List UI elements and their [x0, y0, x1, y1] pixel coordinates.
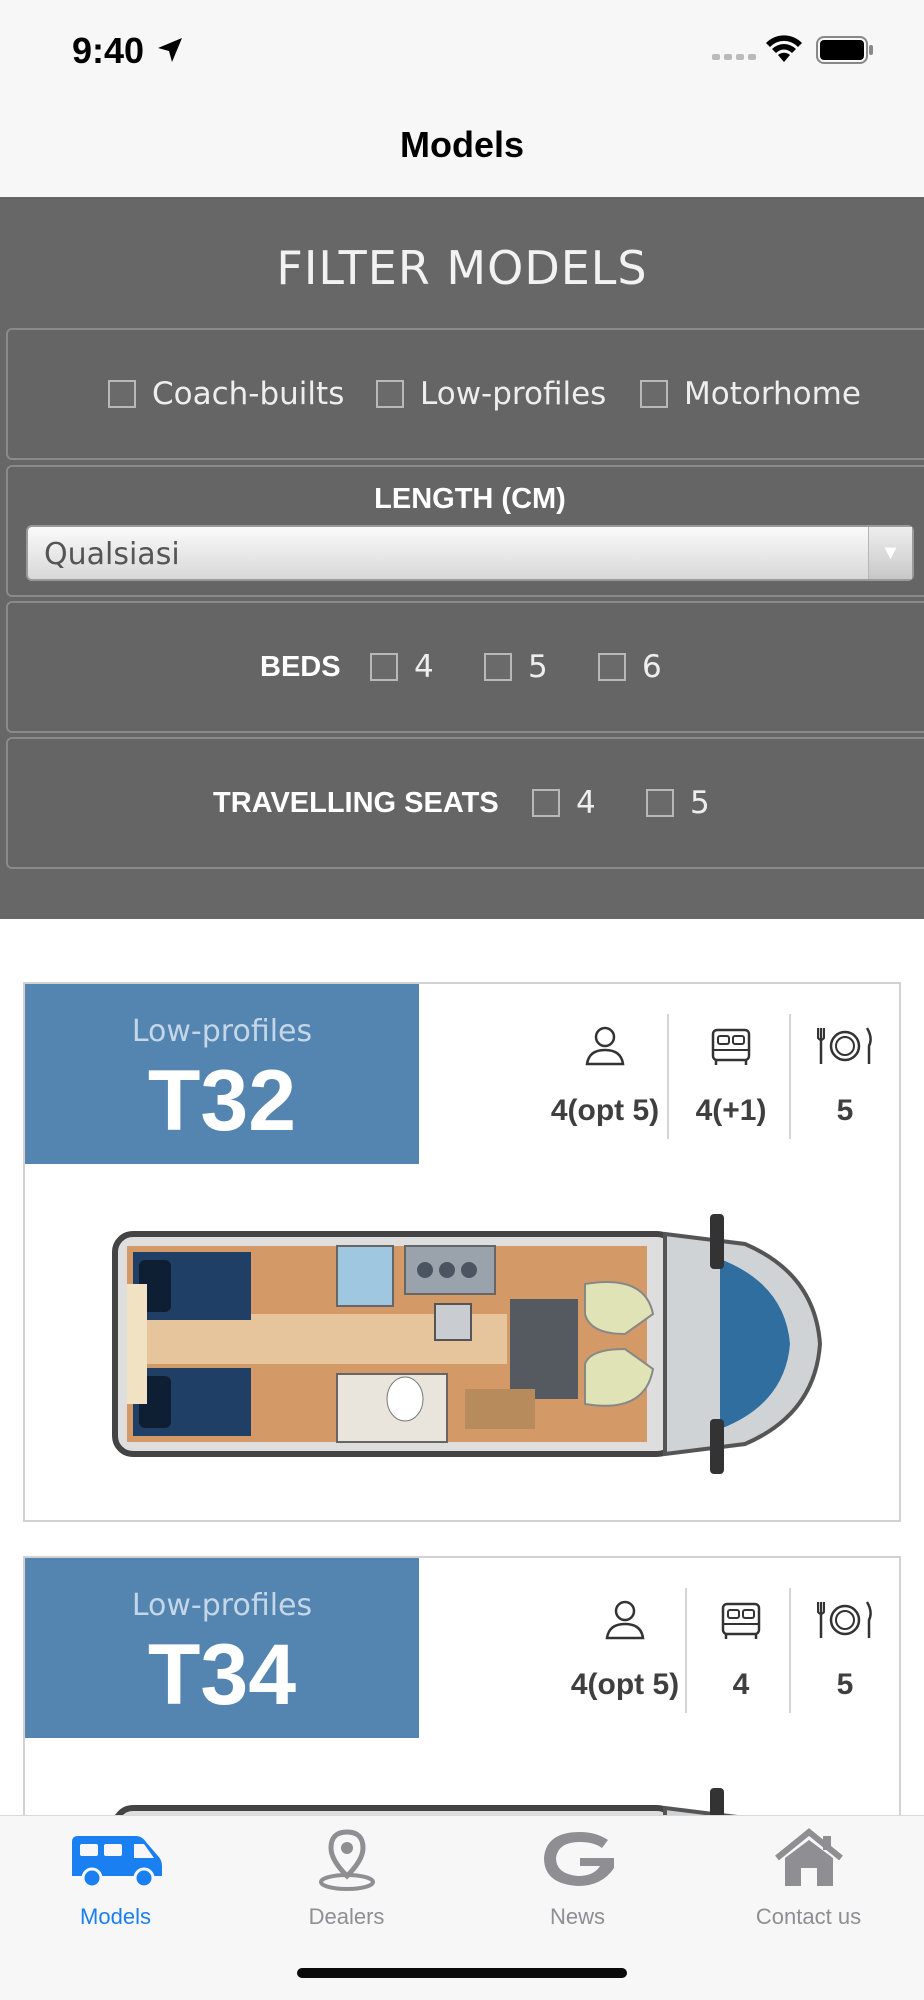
filter-heading: FILTER MODELS: [276, 241, 648, 295]
option-label: 4: [414, 649, 434, 685]
seats-filter-row: TRAVELLING SEATS 4 5: [6, 737, 924, 869]
checkbox[interactable]: [370, 653, 398, 681]
option-label: 5: [528, 649, 548, 685]
divider: [667, 1014, 669, 1139]
tab-label: News: [549, 1904, 605, 1929]
wifi-icon: [766, 35, 802, 62]
floorplan-image: [105, 1204, 825, 1484]
checkbox[interactable]: [484, 653, 512, 681]
home-indicator: [297, 1968, 627, 1978]
nav-bar: Models: [0, 100, 924, 197]
seats-option-5[interactable]: 5: [646, 785, 710, 821]
tab-models[interactable]: Models: [0, 1816, 231, 1946]
spec-seats: 4(opt 5): [545, 1598, 705, 1702]
spec-dining: 5: [795, 1024, 895, 1128]
seats-option-4[interactable]: 4: [532, 785, 596, 821]
tab-contact-us[interactable]: Contact us: [693, 1816, 924, 1946]
model-name: T32: [147, 1053, 297, 1149]
divider: [789, 1014, 791, 1139]
tab-dealers[interactable]: Dealers: [231, 1816, 462, 1946]
checkbox[interactable]: [646, 789, 674, 817]
length-label: LENGTH (CM): [374, 483, 566, 515]
map-pin-icon: [318, 1829, 375, 1891]
spec-dining: 5: [795, 1598, 895, 1702]
dining-value: 5: [836, 1094, 854, 1127]
length-filter-row: LENGTH (CM) Qualsiasi ▼: [6, 465, 924, 597]
bed-icon: [711, 1028, 751, 1065]
dining-icon: [817, 1601, 872, 1638]
beds-label: BEDS: [260, 651, 341, 683]
camper-van-icon: [71, 1836, 162, 1888]
g-logo-icon: [543, 1832, 614, 1886]
dining-icon: [817, 1027, 872, 1064]
tab-label: Models: [80, 1904, 151, 1929]
status-time: 9:40: [72, 30, 145, 71]
option-label: Low-profiles: [420, 376, 607, 412]
house-icon: [774, 1828, 843, 1886]
spec-seats: 4(opt 5): [525, 1024, 685, 1128]
filter-panel: FILTER MODELS Coach-builts Low-profiles …: [0, 197, 924, 919]
option-label: 4: [576, 785, 596, 821]
length-select[interactable]: Qualsiasi ▼: [26, 525, 914, 581]
model-category: Low-profiles: [131, 1588, 313, 1623]
length-select-value: Qualsiasi: [44, 537, 180, 572]
beds-option-6[interactable]: 6: [598, 649, 662, 685]
spec-beds: 4(+1): [675, 1024, 787, 1128]
spec-beds: 4: [693, 1598, 789, 1702]
checkbox[interactable]: [640, 380, 668, 408]
model-card[interactable]: Low-profiles T32 4(opt 5) 4(+1) 5: [23, 982, 901, 1522]
tab-news[interactable]: News: [462, 1816, 693, 1946]
beds-filter-row: BEDS 4 5 6: [6, 601, 924, 733]
model-name: T34: [147, 1627, 297, 1723]
divider: [685, 1588, 687, 1713]
checkbox[interactable]: [376, 380, 404, 408]
location-arrow-icon: [158, 38, 182, 62]
beds-option-4[interactable]: 4: [370, 649, 434, 685]
beds-option-5[interactable]: 5: [484, 649, 548, 685]
beds-value: 4(+1): [695, 1094, 767, 1127]
cellular-signal-icon: [712, 54, 756, 60]
option-label: Coach-builts: [152, 376, 345, 412]
option-label: Motorhome: [684, 376, 861, 412]
tab-label: Dealers: [308, 1904, 385, 1929]
bed-icon: [721, 1602, 761, 1639]
seats-value: 4(opt 5): [570, 1668, 680, 1701]
battery-icon: [816, 36, 873, 64]
divider: [789, 1588, 791, 1713]
chevron-down-icon[interactable]: ▼: [868, 527, 912, 579]
type-option-motorhome[interactable]: Motorhome: [640, 376, 861, 412]
type-filter-row: Coach-builts Low-profiles Motorhome: [6, 328, 924, 460]
type-option-coach-builts[interactable]: Coach-builts: [108, 376, 344, 412]
checkbox[interactable]: [532, 789, 560, 817]
beds-value: 4: [732, 1668, 750, 1701]
seats-label: TRAVELLING SEATS: [213, 787, 499, 819]
status-bar: 9:40: [0, 0, 924, 100]
model-category: Low-profiles: [131, 1014, 313, 1049]
seats-value: 4(opt 5): [550, 1094, 660, 1127]
model-badge: Low-profiles T32: [25, 984, 419, 1164]
checkbox[interactable]: [108, 380, 136, 408]
option-label: 5: [690, 785, 710, 821]
tab-label: Contact us: [755, 1904, 862, 1929]
person-icon: [585, 1026, 625, 1066]
person-icon: [605, 1600, 645, 1640]
checkbox[interactable]: [598, 653, 626, 681]
page-title: Models: [399, 124, 524, 165]
dining-value: 5: [836, 1668, 854, 1701]
option-label: 6: [642, 649, 662, 685]
model-badge: Low-profiles T34: [25, 1558, 419, 1738]
type-option-low-profiles[interactable]: Low-profiles: [376, 376, 606, 412]
